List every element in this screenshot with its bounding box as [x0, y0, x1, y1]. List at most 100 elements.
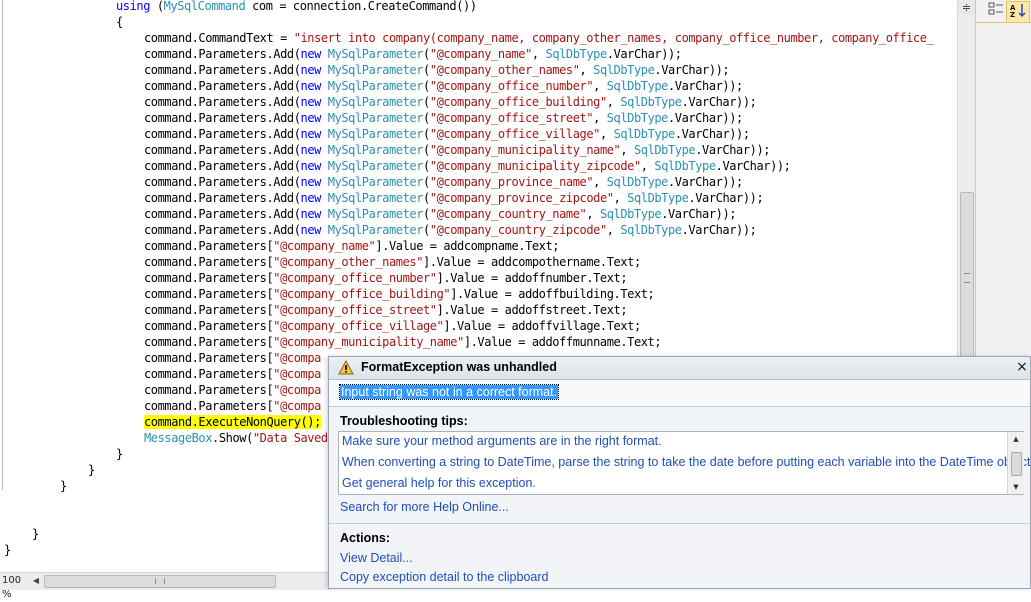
code-line[interactable]: command.Parameters.Add(new MySqlParamete…: [144, 126, 750, 142]
code-line[interactable]: }: [116, 446, 123, 462]
type-token: MySqlParameter: [327, 159, 424, 173]
categorized-icon-svg: [988, 2, 1003, 15]
code-line[interactable]: command.Parameters["@compa: [144, 398, 321, 414]
view-detail-link[interactable]: View Detail...: [340, 551, 413, 565]
tip-link[interactable]: Get general help for this exception.: [342, 476, 536, 490]
code-line[interactable]: command.Parameters["@company_other_names…: [144, 254, 641, 270]
string-token: "@compa: [273, 367, 321, 381]
string-token: "@company_name": [273, 239, 376, 253]
code-line[interactable]: command.Parameters.Add(new MySqlParamete…: [144, 190, 764, 206]
type-token: SqlDbType: [606, 79, 669, 93]
section-divider: [329, 523, 1030, 524]
code-line[interactable]: command.Parameters["@company_office_buil…: [144, 286, 655, 302]
code-line[interactable]: }: [4, 542, 11, 558]
code-token: command.Parameters[: [144, 303, 274, 317]
exception-header: FormatException was unhandled ×: [329, 357, 1030, 380]
code-token: command.Parameters.Add(: [144, 127, 301, 141]
code-token: ,: [593, 175, 607, 189]
scroll-left-icon[interactable]: ◀: [30, 574, 42, 588]
vertical-scroll-thumb[interactable]: [960, 192, 974, 364]
code-line[interactable]: {: [116, 14, 123, 30]
keyword-token: new: [300, 79, 322, 93]
alphabetical-sort-icon[interactable]: A Z: [1006, 1, 1030, 23]
alphabetical-sort-icon-svg: A Z: [1010, 4, 1026, 19]
splitter-icon[interactable]: ≑: [958, 0, 975, 15]
type-token: SqlDbType: [620, 223, 682, 237]
code-line[interactable]: command.Parameters["@compa: [144, 366, 321, 382]
code-line[interactable]: command.Parameters.Add(new MySqlParamete…: [144, 142, 770, 158]
code-line[interactable]: command.Parameters.Add(new MySqlParamete…: [144, 110, 743, 126]
scroll-down-icon[interactable]: ▼: [1008, 480, 1024, 494]
string-token: "@company_municipality_zipcode": [429, 159, 641, 173]
code-line[interactable]: command.Parameters["@company_office_stre…: [144, 302, 628, 318]
code-line[interactable]: command.Parameters.Add(new MySqlParamete…: [144, 174, 743, 190]
code-line[interactable]: command.Parameters["@company_office_numb…: [144, 270, 628, 286]
code-token: .VarChar));: [661, 207, 737, 221]
keyword-token: new: [300, 127, 322, 141]
code-line[interactable]: command.CommandText = "insert into compa…: [144, 30, 934, 46]
editor-horizontal-scrollbar[interactable]: 100 % ◀: [0, 572, 330, 600]
code-line[interactable]: command.Parameters.Add(new MySqlParamete…: [144, 62, 730, 78]
exception-message-row: Input string was not in a correct format…: [329, 380, 1030, 407]
code-token: (: [423, 127, 430, 141]
zoom-level[interactable]: 100 %: [0, 574, 30, 600]
code-token: command.Parameters[: [144, 255, 274, 269]
grip-icon: [155, 578, 165, 584]
svg-text:Z: Z: [1010, 11, 1015, 18]
code-token: (: [423, 223, 430, 237]
code-line[interactable]: command.Parameters["@company_municipalit…: [144, 334, 662, 350]
type-token: SqlDbType: [633, 143, 696, 157]
code-token: .VarChar));: [681, 95, 757, 109]
string-token: "@company_office_village": [429, 127, 601, 141]
toolbar-divider: [976, 22, 1031, 23]
code-token: (: [423, 207, 430, 221]
categorized-icon[interactable]: [984, 1, 1008, 23]
search-help-online-link[interactable]: Search for more Help Online...: [340, 500, 509, 514]
code-line[interactable]: command.Parameters["@company_name"].Valu…: [144, 238, 560, 254]
code-token: }: [60, 479, 67, 493]
string-token: "@company_municipality_name": [429, 143, 621, 157]
tips-scroll-thumb[interactable]: [1011, 452, 1022, 476]
close-icon[interactable]: ×: [1015, 359, 1029, 375]
code-token: ].Value = addoffmunname.Text;: [463, 335, 662, 349]
code-line[interactable]: command.Parameters.Add(new MySqlParamete…: [144, 78, 743, 94]
code-line[interactable]: command.Parameters["@company_office_vill…: [144, 318, 641, 334]
type-token: MySqlParameter: [327, 175, 424, 189]
code-line[interactable]: command.ExecuteNonQuery();: [144, 414, 321, 430]
code-token: .VarChar));: [606, 47, 682, 61]
code-line[interactable]: command.Parameters["@compa: [144, 350, 321, 366]
keyword-token: new: [300, 47, 322, 61]
horizontal-scroll-thumb[interactable]: [44, 575, 276, 588]
tips-scrollbar[interactable]: ▲ ▼: [1007, 432, 1024, 494]
tip-link[interactable]: When converting a string to DateTime, pa…: [342, 455, 1031, 469]
code-line[interactable]: command.Parameters.Add(new MySqlParamete…: [144, 158, 791, 174]
code-line[interactable]: }: [88, 462, 95, 478]
code-line[interactable]: }: [60, 478, 67, 494]
string-token: "@company_office_number": [429, 79, 594, 93]
code-line[interactable]: using (MySqlCommand com = connection.Cre…: [116, 0, 477, 14]
type-token: MySqlParameter: [327, 127, 424, 141]
code-line[interactable]: command.Parameters.Add(new MySqlParamete…: [144, 46, 682, 62]
keyword-token: new: [300, 223, 322, 237]
code-line[interactable]: command.Parameters["@compa: [144, 382, 321, 398]
code-token: command.Parameters.Add(: [144, 79, 301, 93]
code-token: }: [4, 543, 11, 557]
string-token: "@company_municipality_name": [273, 335, 464, 349]
code-line[interactable]: command.Parameters.Add(new MySqlParamete…: [144, 206, 736, 222]
code-token: command.Parameters.Add(: [144, 191, 301, 205]
code-token: ,: [640, 159, 655, 173]
exception-message[interactable]: Input string was not in a correct format…: [338, 384, 560, 400]
code-token: command.Parameters.Add(: [144, 47, 301, 61]
string-token: "@company_office_street": [273, 303, 437, 317]
string-token: "@company_office_number": [273, 271, 437, 285]
tip-link[interactable]: Make sure your method arguments are in t…: [342, 434, 662, 448]
copy-exception-detail-link[interactable]: Copy exception detail to the clipboard: [340, 570, 548, 584]
code-token: ,: [586, 207, 600, 221]
code-line[interactable]: command.Parameters.Add(new MySqlParamete…: [144, 94, 757, 110]
code-line[interactable]: MessageBox.Show("Data Saved: [144, 430, 328, 446]
code-line[interactable]: command.Parameters.Add(new MySqlParamete…: [144, 222, 757, 238]
code-line[interactable]: }: [32, 526, 39, 542]
scroll-up-icon[interactable]: ▲: [1008, 432, 1024, 446]
